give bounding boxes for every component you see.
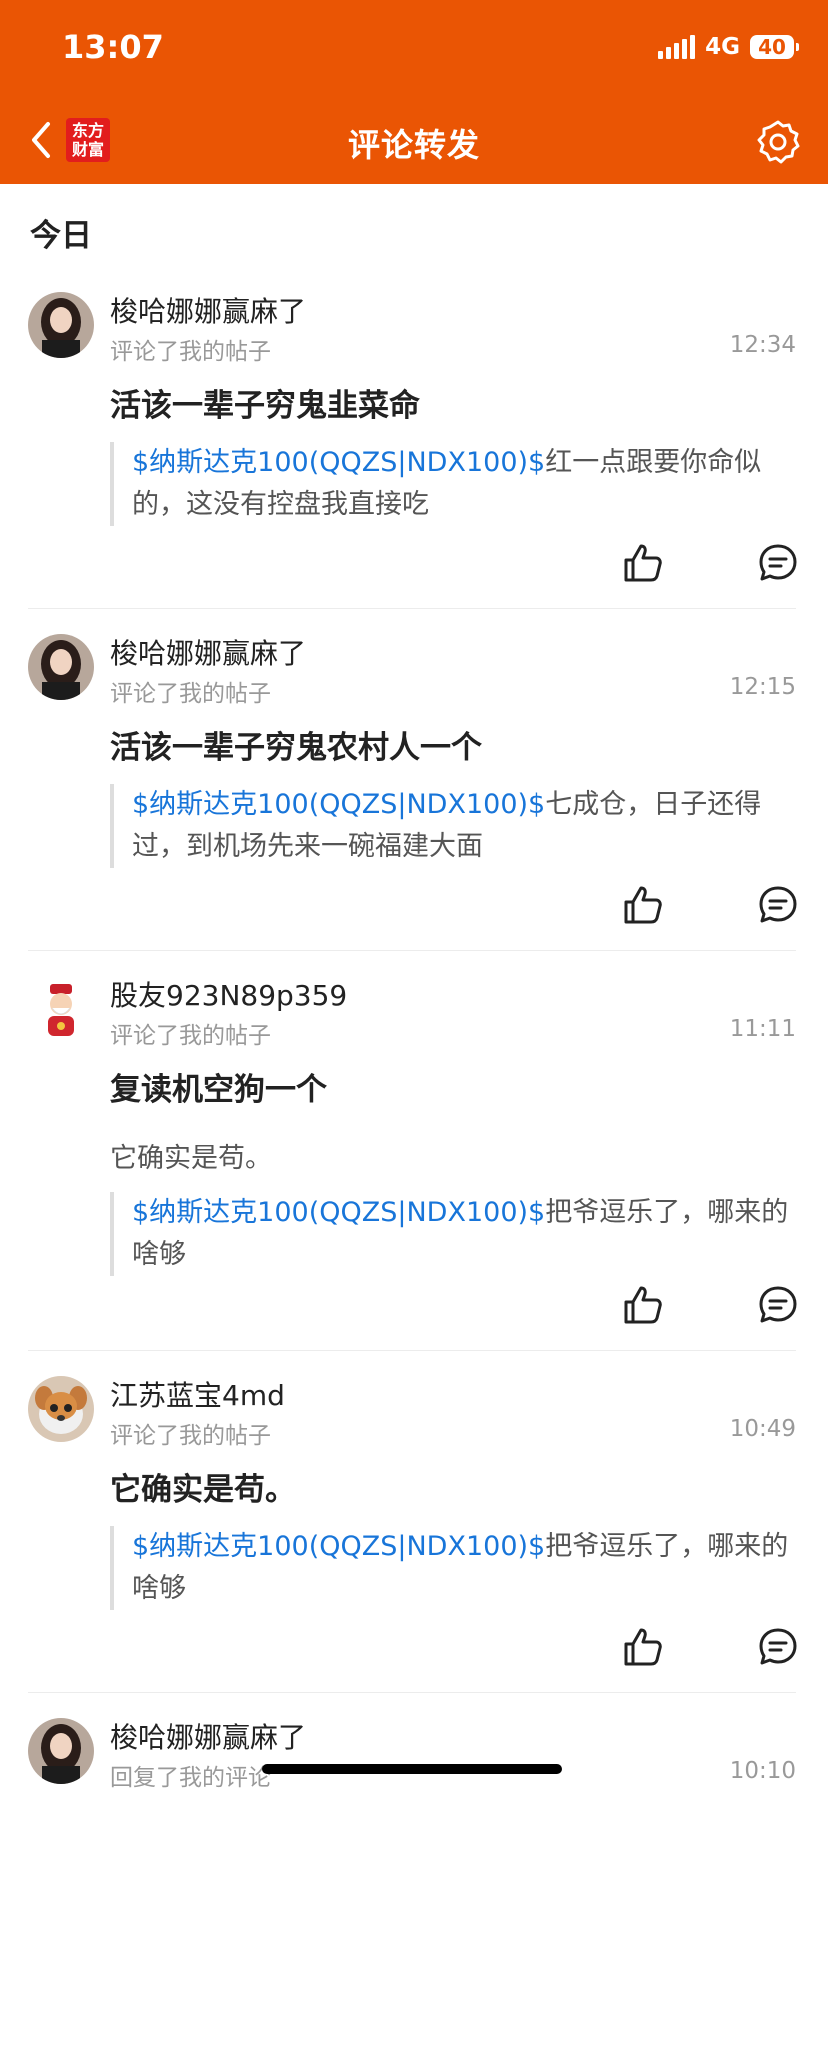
quoted-post[interactable]: $纳斯达克100(QQZS|NDX100)$红一点跟要你命似的，这没有控盘我直接… — [110, 442, 792, 526]
comment-text[interactable]: 活该一辈子穷鬼韭菜命 — [110, 380, 420, 425]
comment-item[interactable]: 梭哈娜娜赢麻了 评论了我的帖子 12:34 活该一辈子穷鬼韭菜命 $纳斯达克10… — [0, 280, 828, 622]
status-indicators: 4G 40 — [658, 34, 799, 60]
thumbs-up-icon[interactable] — [622, 1284, 664, 1326]
network-type: 4G — [705, 34, 740, 60]
comment-list: 梭哈娜娜赢麻了 评论了我的帖子 12:34 活该一辈子穷鬼韭菜命 $纳斯达克10… — [0, 280, 828, 2048]
timestamp: 10:49 — [729, 1416, 796, 1442]
comment-item[interactable]: 梭哈娜娜赢麻了 回复了我的评论 10:10 — [0, 1692, 828, 2048]
home-indicator — [262, 1764, 562, 1774]
dog-avatar[interactable] — [28, 1376, 94, 1442]
username[interactable]: 梭哈娜娜赢麻了 — [110, 1716, 306, 1756]
thumbs-up-icon[interactable] — [622, 884, 664, 926]
username[interactable]: 梭哈娜娜赢麻了 — [110, 632, 306, 672]
comment-item[interactable]: 股友923N89p359 评论了我的帖子 11:11 复读机空狗一个 它确实是苟… — [0, 950, 828, 1364]
quoted-post[interactable]: $纳斯达克100(QQZS|NDX100)$把爷逗乐了，哪来的啥够 — [110, 1192, 792, 1276]
thumbs-up-icon[interactable] — [622, 1626, 664, 1668]
comment-item[interactable]: 梭哈娜娜赢麻了 评论了我的帖子 12:15 活该一辈子穷鬼农村人一个 $纳斯达克… — [0, 608, 828, 964]
comment-icon[interactable] — [758, 885, 798, 925]
comment-item[interactable]: 江苏蓝宝4md 评论了我的帖子 10:49 它确实是苟。 $纳斯达克100(QQ… — [0, 1350, 828, 1706]
stock-tag-link[interactable]: $纳斯达克100(QQZS|NDX100)$ — [132, 789, 545, 820]
section-title-today: 今日 — [30, 218, 92, 254]
action-text: 评论了我的帖子 — [110, 1023, 271, 1049]
action-text: 回复了我的评论 — [110, 1765, 271, 1791]
fortune-god-avatar[interactable] — [28, 976, 94, 1042]
status-time: 13:07 — [62, 28, 164, 66]
comment-text[interactable]: 它确实是苟。 — [110, 1464, 296, 1509]
signal-icon — [658, 35, 696, 59]
app-header: 13:07 4G 40 东方 财富 评论转发 — [0, 0, 828, 184]
timestamp: 12:15 — [729, 674, 796, 700]
username[interactable]: 梭哈娜娜赢麻了 — [110, 290, 306, 330]
stock-tag-link[interactable]: $纳斯达克100(QQZS|NDX100)$ — [132, 1197, 545, 1228]
quoted-post[interactable]: $纳斯达克100(QQZS|NDX100)$七成仓，日子还得过，到机场先来一碗福… — [110, 784, 792, 868]
username[interactable]: 江苏蓝宝4md — [110, 1374, 285, 1414]
comment-icon[interactable] — [758, 543, 798, 583]
comment-text[interactable]: 复读机空狗一个 — [110, 1064, 327, 1109]
woman-avatar[interactable] — [28, 292, 94, 358]
action-text: 评论了我的帖子 — [110, 681, 271, 707]
thumbs-up-icon[interactable] — [622, 542, 664, 584]
timestamp: 11:11 — [729, 1016, 796, 1042]
timestamp: 10:10 — [729, 1758, 796, 1784]
quoted-post[interactable]: $纳斯达克100(QQZS|NDX100)$把爷逗乐了，哪来的啥够 — [110, 1526, 792, 1610]
comment-text[interactable]: 活该一辈子穷鬼农村人一个 — [110, 722, 482, 767]
woman-avatar[interactable] — [28, 634, 94, 700]
action-text: 评论了我的帖子 — [110, 339, 271, 365]
username[interactable]: 股友923N89p359 — [110, 974, 347, 1014]
quoted-reply-text: 它确实是苟。 — [110, 1143, 272, 1174]
woman-avatar[interactable] — [28, 1718, 94, 1784]
timestamp: 12:34 — [729, 332, 796, 358]
battery-icon: 40 — [750, 35, 799, 59]
comment-icon[interactable] — [758, 1627, 798, 1667]
action-text: 评论了我的帖子 — [110, 1423, 271, 1449]
page-title: 评论转发 — [347, 126, 480, 164]
stock-tag-link[interactable]: $纳斯达克100(QQZS|NDX100)$ — [132, 1531, 545, 1562]
stock-tag-link[interactable]: $纳斯达克100(QQZS|NDX100)$ — [132, 447, 545, 478]
gear-icon[interactable] — [754, 118, 802, 166]
comment-icon[interactable] — [758, 1285, 798, 1325]
